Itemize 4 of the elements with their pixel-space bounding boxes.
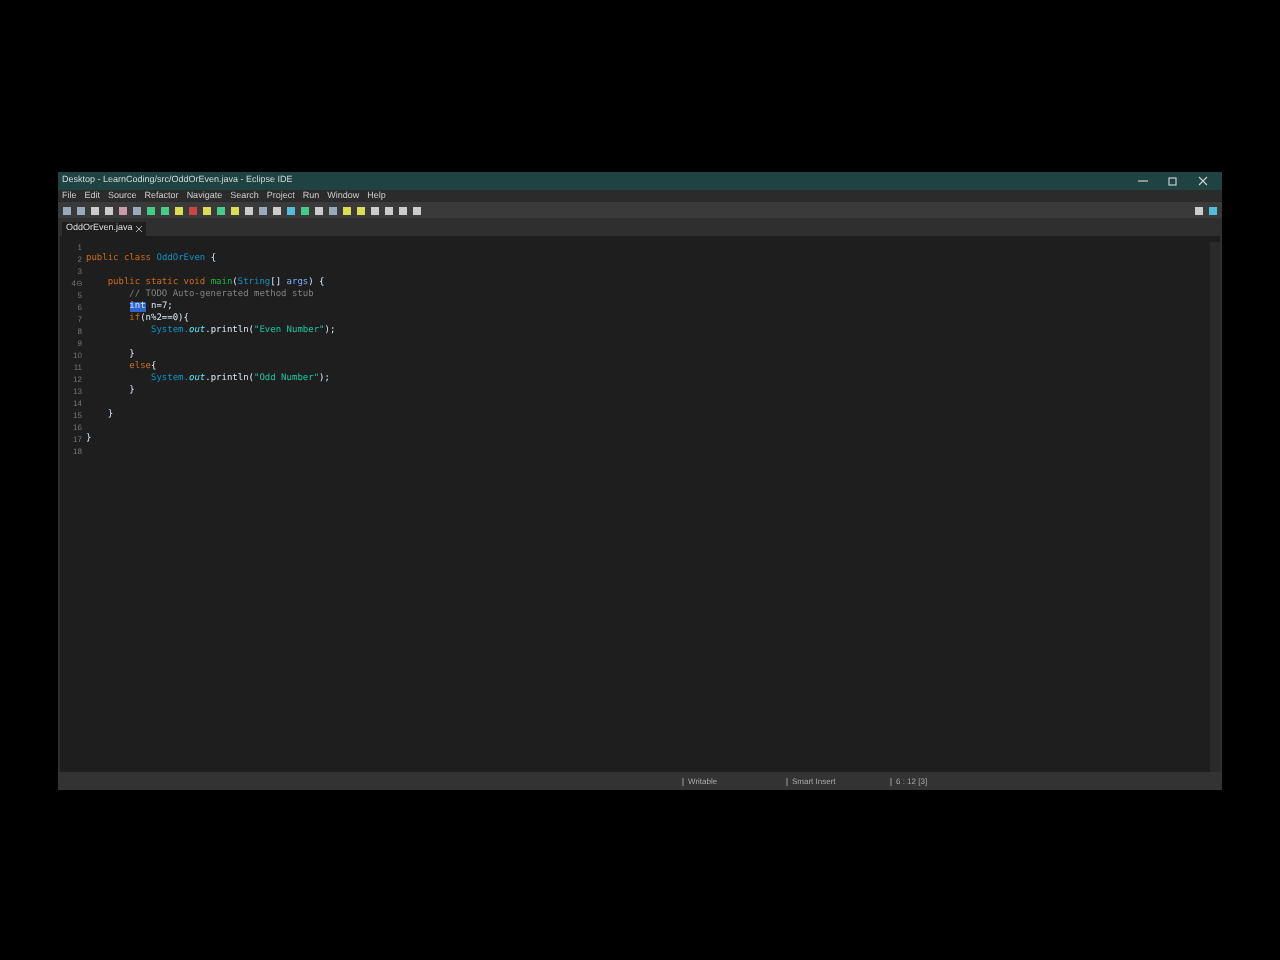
close-icon[interactable] [1198,176,1208,186]
restore-icon[interactable] [1168,176,1178,186]
minimize-icon[interactable] [1138,176,1148,186]
close-icon[interactable] [136,226,143,232]
